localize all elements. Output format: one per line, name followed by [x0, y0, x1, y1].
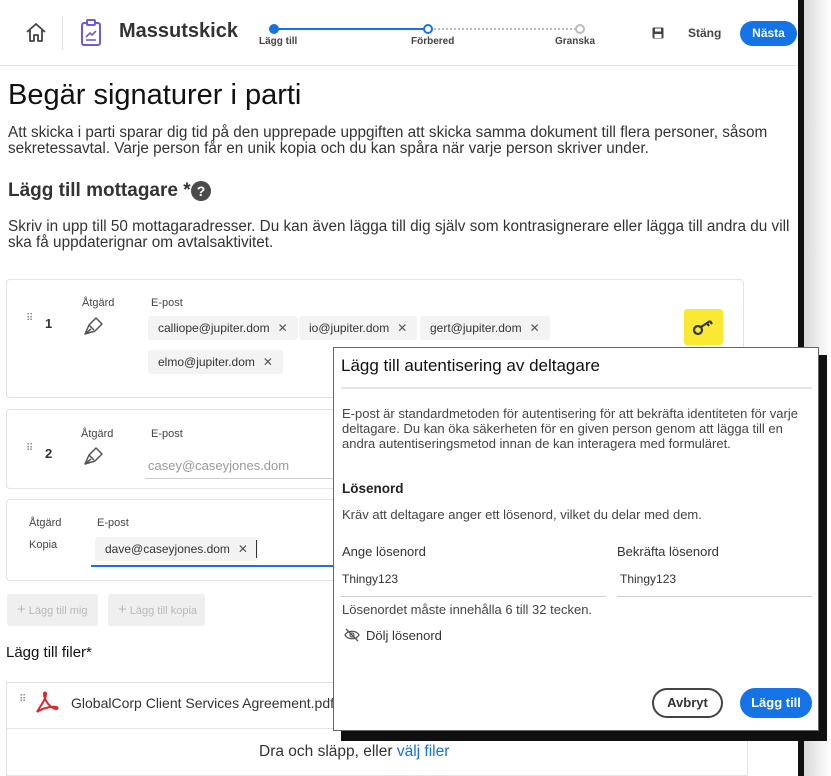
step-dot-add — [269, 24, 279, 34]
confirm-password-underline — [617, 596, 812, 597]
dialog-body: E-post är standardmetoden för autentiser… — [342, 406, 798, 451]
drag-handle-icon[interactable]: ⠿ — [26, 314, 34, 330]
drag-handle-icon[interactable]: ⠿ — [19, 695, 27, 711]
email-chip[interactable]: elmo@jupiter.dom ✕ — [148, 350, 283, 374]
action-label: Åtgärd — [29, 517, 62, 529]
files-title: Lägg till filer* — [6, 644, 92, 661]
email-chip[interactable]: io@jupiter.dom ✕ — [299, 316, 418, 340]
choose-files-link[interactable]: välj filer — [397, 743, 450, 760]
next-button[interactable]: Nästa — [740, 21, 797, 46]
step-track-done — [274, 28, 428, 30]
eye-off-icon[interactable] — [344, 628, 360, 642]
drop-text-label: Dra och släpp, eller — [259, 743, 397, 760]
step-label-review: Granska — [555, 36, 596, 47]
file-name: GlobalCorp Client Services Agreement.pdf — [71, 695, 335, 711]
confirm-password-field[interactable]: Thingy123 — [620, 572, 676, 586]
drop-text: Dra och släpp, eller välj filer — [259, 743, 449, 761]
document-icon — [81, 19, 101, 46]
hide-password-toggle[interactable]: Dölj lösenord — [366, 628, 442, 643]
recipient-number: 1 — [45, 316, 53, 331]
enter-password-label: Ange lösenord — [342, 544, 426, 559]
drag-handle-icon[interactable]: ⠿ — [26, 444, 34, 460]
cancel-button[interactable]: Avbryt — [652, 688, 723, 718]
dialog-separator — [341, 387, 812, 389]
page-title: Begär signaturer i parti — [8, 79, 302, 111]
email-chip-text: calliope@jupiter.dom — [158, 321, 270, 335]
header-divider — [62, 16, 63, 50]
email-chip-text: gert@jupiter.dom — [430, 321, 522, 335]
auth-dialog — [333, 347, 819, 731]
step-track-todo — [430, 28, 580, 30]
recipients-title: Lägg till mottagare * — [8, 180, 191, 201]
enter-password-field[interactable]: Thingy123 — [342, 572, 398, 586]
close-icon[interactable]: ✕ — [397, 321, 407, 335]
recipients-description: Skriv in upp till 50 mottagaradresser. D… — [8, 218, 790, 251]
close-icon[interactable]: ✕ — [278, 321, 288, 335]
action-value[interactable]: Kopia — [29, 539, 57, 551]
email-label: E-post — [151, 297, 183, 309]
key-icon — [692, 320, 713, 336]
email-chip-text: dave@caseyjones.dom — [105, 542, 230, 556]
text-cursor — [256, 540, 257, 558]
confirm-password-label: Bekräfta lösenord — [617, 544, 719, 559]
pdf-icon — [36, 691, 59, 713]
help-icon[interactable]: ? — [191, 181, 211, 201]
email-input[interactable]: casey@caseyjones.dom — [148, 458, 289, 473]
app-title: Massutskick — [119, 20, 238, 42]
email-input-underline — [145, 478, 335, 479]
action-label: Åtgärd — [81, 428, 114, 440]
enter-password-underline — [341, 596, 606, 597]
pen-icon[interactable] — [82, 314, 106, 336]
step-dot-review — [575, 24, 585, 34]
home-icon[interactable] — [24, 21, 48, 45]
email-label: E-post — [151, 428, 183, 440]
step-label-add: Lägg till — [259, 36, 298, 47]
email-chip[interactable]: dave@caseyjones.dom ✕ — [95, 537, 258, 561]
step-dot-prepare — [423, 24, 433, 34]
plus-icon: + — [118, 601, 127, 618]
close-icon[interactable]: ✕ — [263, 355, 273, 369]
add-me-button[interactable]: + Lägg till mig — [7, 594, 98, 626]
close-icon[interactable]: ✕ — [530, 321, 540, 335]
email-chip-text: io@jupiter.dom — [309, 321, 390, 335]
authentication-key-button[interactable] — [684, 309, 723, 345]
save-icon[interactable] — [652, 27, 664, 39]
email-chip[interactable]: gert@jupiter.dom ✕ — [420, 316, 550, 340]
dialog-title: Lägg till autentisering av deltagare — [341, 356, 600, 375]
email-input-underline-active — [91, 565, 335, 567]
close-icon[interactable]: ✕ — [238, 542, 248, 556]
add-button[interactable]: Lägg till — [740, 688, 812, 718]
add-me-label: Lägg till mig — [28, 605, 88, 617]
pen-icon[interactable] — [82, 444, 106, 466]
recipient-number: 2 — [45, 446, 53, 461]
plus-icon: + — [17, 601, 26, 618]
password-description: Kräv att deltagare anger ett lösenord, v… — [342, 507, 702, 522]
email-label: E-post — [97, 517, 129, 529]
progress-steps: Lägg till Förbered Granska — [258, 22, 598, 52]
email-chip-text: elmo@jupiter.dom — [158, 355, 255, 369]
page-description: Att skicka i parti sparar dig tid på den… — [8, 124, 768, 157]
action-label: Åtgärd — [82, 297, 115, 309]
add-copy-label: Lägg till kopia — [129, 605, 198, 617]
password-heading: Lösenord — [342, 481, 404, 496]
close-button[interactable]: Stäng — [688, 26, 721, 40]
add-copy-button[interactable]: + Lägg till kopia — [108, 594, 205, 626]
step-label-prepare: Förbered — [411, 36, 455, 47]
password-hint: Lösenordet måste innehålla 6 till 32 tec… — [342, 602, 593, 617]
email-chip[interactable]: calliope@jupiter.dom ✕ — [148, 316, 298, 340]
